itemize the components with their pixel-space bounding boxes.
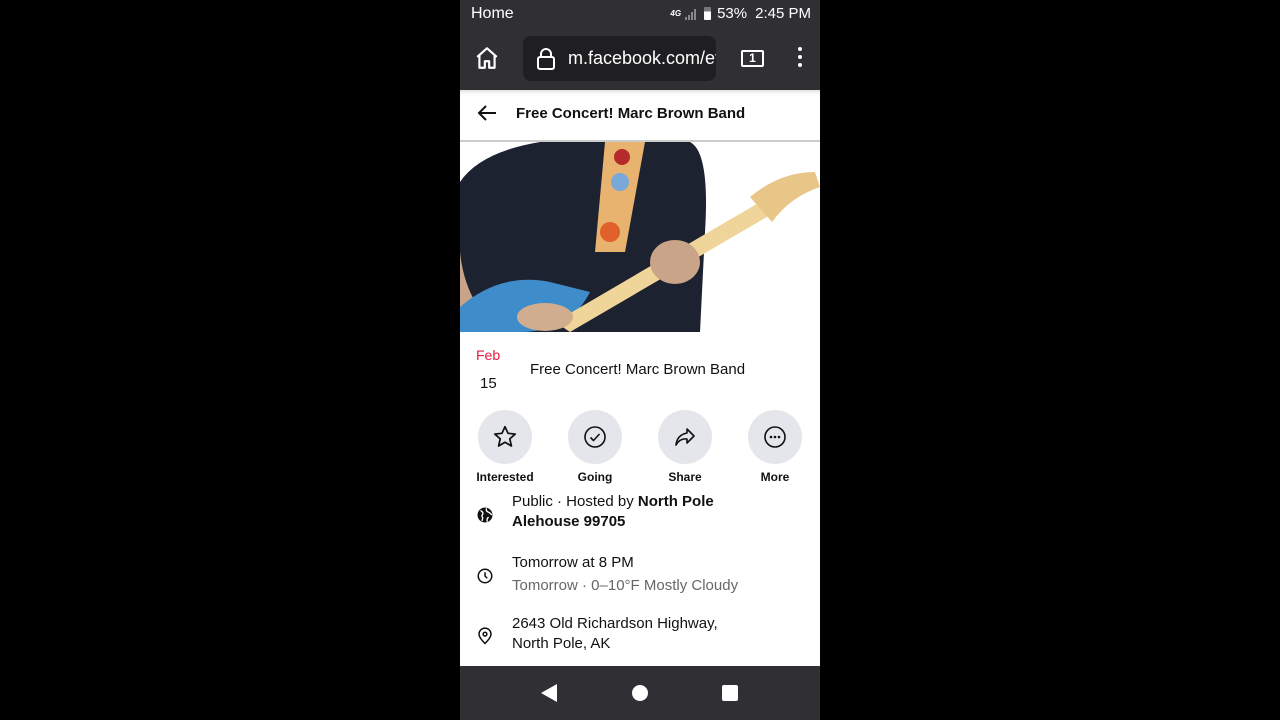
arrow-left-icon[interactable] bbox=[476, 103, 498, 123]
address-line1: 2643 Old Richardson Highway, bbox=[512, 615, 718, 632]
event-actions: Interested Going Share More bbox=[460, 410, 820, 486]
weather-text: Tomorrow · 0–10°F Mostly Cloudy bbox=[512, 577, 739, 594]
network-type-icon: 4G bbox=[670, 8, 682, 18]
going-button[interactable]: Going bbox=[560, 410, 630, 484]
home-icon[interactable] bbox=[474, 45, 500, 71]
interested-label: Interested bbox=[476, 470, 534, 484]
signal-icon bbox=[685, 8, 697, 20]
event-day: 15 bbox=[480, 375, 497, 392]
status-left-label: Home bbox=[471, 5, 514, 22]
event-title: Free Concert! Marc Brown Band bbox=[530, 361, 746, 378]
address-line2: North Pole, AK bbox=[512, 635, 611, 652]
event-cover-photo[interactable] bbox=[460, 142, 820, 332]
status-icons: 4G 53% 2:45 PM bbox=[670, 5, 811, 22]
nav-home-icon[interactable] bbox=[632, 685, 648, 701]
star-icon bbox=[493, 425, 517, 447]
time-text: Tomorrow at 8 PM Tomorrow · 0–10°F Mostl… bbox=[512, 553, 772, 596]
page-header: Free Concert! Marc Brown Band bbox=[460, 90, 820, 142]
clock: 2:45 PM bbox=[755, 5, 811, 22]
location-pin-icon bbox=[478, 627, 492, 645]
status-bar: Home 4G 53% 2:45 PM bbox=[460, 0, 820, 28]
battery-icon bbox=[704, 7, 712, 20]
share-label: Share bbox=[668, 470, 702, 484]
privacy-label: Public · Hosted by bbox=[512, 493, 638, 510]
globe-icon bbox=[477, 507, 493, 523]
tabs-button[interactable]: 1 bbox=[741, 50, 764, 67]
nav-recents-icon[interactable] bbox=[722, 685, 738, 701]
check-circle-icon bbox=[584, 426, 606, 448]
event-month: Feb bbox=[476, 347, 501, 363]
battery-percent: 53% bbox=[717, 5, 748, 22]
browser-toolbar: m.facebook.com/ev 1 bbox=[460, 28, 820, 90]
interested-button[interactable]: Interested bbox=[470, 410, 540, 484]
lock-icon bbox=[537, 48, 555, 70]
phone-screen: Home 4G 53% 2:45 PM m.facebook.com/ev 1 bbox=[460, 0, 820, 720]
host-text: Public · Hosted by North Pole Alehouse 9… bbox=[512, 492, 772, 532]
address-text: 2643 Old Richardson Highway, North Pole,… bbox=[512, 614, 772, 654]
share-icon bbox=[675, 428, 695, 446]
url-text: m.facebook.com/ev bbox=[568, 48, 716, 68]
system-nav-bar bbox=[460, 666, 820, 720]
page-title: Free Concert! Marc Brown Band bbox=[516, 105, 746, 122]
nav-back-icon[interactable] bbox=[541, 684, 557, 702]
going-label: Going bbox=[577, 470, 613, 484]
share-button[interactable]: Share bbox=[650, 410, 720, 484]
more-icon bbox=[764, 426, 786, 448]
event-time: Tomorrow at 8 PM bbox=[512, 554, 634, 571]
menu-icon[interactable] bbox=[796, 47, 804, 71]
more-label: More bbox=[760, 470, 790, 484]
clock-icon bbox=[477, 568, 493, 584]
address-bar[interactable]: m.facebook.com/ev bbox=[523, 36, 716, 81]
more-button[interactable]: More bbox=[740, 410, 810, 484]
